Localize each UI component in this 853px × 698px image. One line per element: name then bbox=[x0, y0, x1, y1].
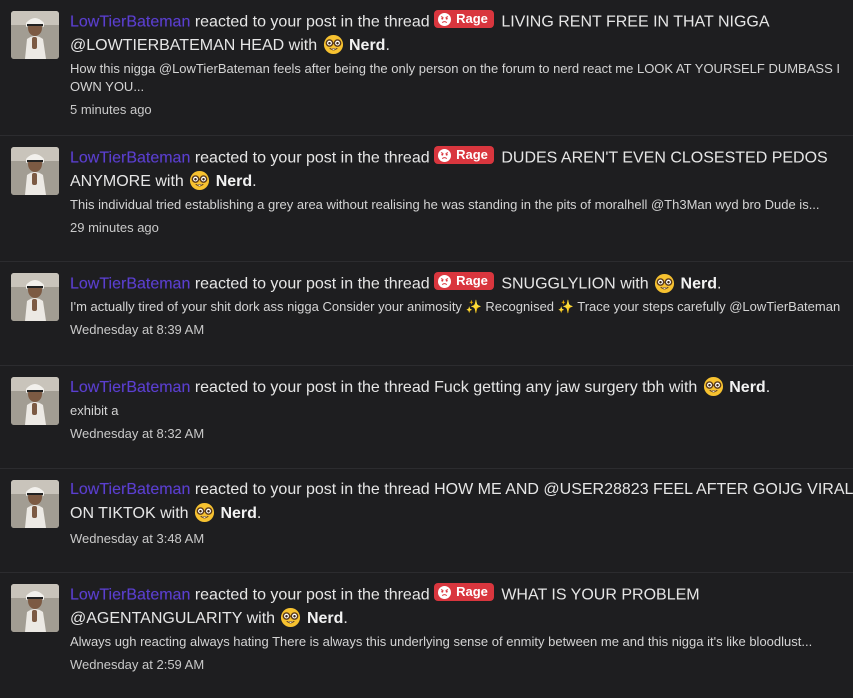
with-text: with bbox=[620, 275, 649, 293]
action-text: reacted to your post in the thread bbox=[194, 13, 430, 31]
avatar[interactable] bbox=[11, 584, 59, 632]
alert-headline: LowTierBateman reacted to your post in t… bbox=[70, 583, 700, 628]
thread-title-link[interactable]: Fuck getting any jaw surgery tbh bbox=[434, 379, 664, 396]
action-text: reacted to your post in the thread bbox=[194, 379, 430, 396]
alert-content: LowTierBateman reacted to your post in t… bbox=[70, 10, 853, 119]
nerd-face-icon bbox=[281, 607, 301, 628]
reaction-label[interactable]: Nerd bbox=[220, 505, 256, 522]
with-text: with bbox=[160, 504, 189, 522]
prefix-label: Rage bbox=[456, 273, 488, 288]
alert-content: LowTierBateman reacted to your post in t… bbox=[70, 479, 853, 548]
alert-content: LowTierBateman reacted to your post in t… bbox=[70, 583, 853, 674]
action-text: reacted to your post in the thread bbox=[194, 275, 430, 293]
nerd-face-icon bbox=[323, 34, 343, 55]
sparkles-icon: ✨ bbox=[557, 299, 574, 314]
sparkles-icon: ✨ bbox=[465, 299, 482, 314]
rage-prefix-badge[interactable]: Rage bbox=[434, 272, 494, 290]
reaction-label[interactable]: Nerd bbox=[729, 379, 765, 396]
alert-item: LowTierBateman reacted to your post in t… bbox=[0, 262, 853, 366]
snippet-part: Recognised bbox=[485, 299, 555, 314]
angry-face-icon bbox=[438, 274, 452, 288]
avatar[interactable] bbox=[11, 147, 59, 195]
angry-face-icon bbox=[438, 12, 452, 26]
alert-time[interactable]: Wednesday at 8:32 AM bbox=[70, 425, 853, 443]
reaction-label[interactable]: Nerd bbox=[307, 610, 343, 627]
angry-face-icon bbox=[438, 585, 452, 599]
nerd-face-icon bbox=[655, 273, 675, 293]
alert-time[interactable]: Wednesday at 2:59 AM bbox=[70, 656, 853, 674]
with-text: with bbox=[155, 173, 184, 190]
snippet-part: Trace your steps carefully @LowTierBatem… bbox=[577, 299, 841, 314]
avatar[interactable] bbox=[11, 377, 59, 425]
prefix-label: Rage bbox=[456, 11, 488, 26]
with-text: with bbox=[668, 379, 698, 396]
avatar[interactable] bbox=[11, 273, 59, 321]
alert-headline: LowTierBateman reacted to your post in t… bbox=[70, 481, 853, 522]
alert-item: LowTierBateman reacted to your post in t… bbox=[0, 136, 853, 262]
with-text: with bbox=[246, 610, 276, 627]
alerts-list: LowTierBateman reacted to your post in t… bbox=[0, 0, 853, 698]
action-text: reacted to your post in the thread bbox=[194, 586, 430, 604]
post-snippet: I'm actually tired of your shit dork ass… bbox=[70, 298, 853, 316]
rage-prefix-badge[interactable]: Rage bbox=[434, 583, 494, 601]
alert-time[interactable]: 29 minutes ago bbox=[70, 219, 853, 237]
username-link[interactable]: LowTierBateman bbox=[70, 150, 190, 167]
alert-headline: LowTierBateman reacted to your post in t… bbox=[70, 146, 828, 191]
prefix-label: Rage bbox=[456, 584, 488, 599]
username-link[interactable]: LowTierBateman bbox=[70, 587, 190, 604]
post-snippet: This individual tried establishing a gre… bbox=[70, 196, 820, 212]
alert-item: LowTierBateman reacted to your post in t… bbox=[0, 0, 853, 136]
snippet-part: I'm actually tired of your shit dork ass… bbox=[70, 299, 462, 314]
rage-prefix-badge[interactable]: Rage bbox=[434, 146, 494, 164]
alert-time[interactable]: 5 minutes ago bbox=[70, 101, 853, 119]
username-link[interactable]: LowTierBateman bbox=[70, 276, 190, 293]
username-link[interactable]: LowTierBateman bbox=[70, 481, 190, 498]
angry-face-icon bbox=[438, 148, 452, 162]
alert-content: LowTierBateman reacted to your post in t… bbox=[70, 146, 853, 237]
alert-item: LowTierBateman reacted to your post in t… bbox=[0, 469, 853, 573]
prefix-label: Rage bbox=[456, 147, 488, 162]
reaction-label[interactable]: Nerd bbox=[349, 37, 385, 54]
alert-content: LowTierBateman reacted to your post in t… bbox=[70, 376, 853, 443]
nerd-face-icon bbox=[703, 376, 723, 397]
thread-title-link[interactable]: SNUGGLYLION bbox=[501, 276, 615, 293]
with-text: with bbox=[288, 37, 318, 54]
rage-prefix-badge[interactable]: Rage bbox=[434, 10, 494, 28]
avatar[interactable] bbox=[11, 11, 59, 59]
post-snippet: Always ugh reacting always hating There … bbox=[70, 633, 813, 649]
alert-content: LowTierBateman reacted to your post in t… bbox=[70, 272, 853, 339]
alert-headline: LowTierBateman reacted to your post in t… bbox=[70, 376, 853, 400]
reaction-label[interactable]: Nerd bbox=[681, 276, 717, 293]
username-link[interactable]: LowTierBateman bbox=[70, 14, 190, 31]
post-snippet: exhibit a bbox=[70, 402, 119, 418]
nerd-face-icon bbox=[194, 502, 215, 522]
action-text: reacted to your post in the thread bbox=[194, 149, 430, 167]
action-text: reacted to your post in the thread bbox=[194, 481, 430, 498]
avatar[interactable] bbox=[11, 480, 59, 528]
alert-time[interactable]: Wednesday at 8:39 AM bbox=[70, 321, 853, 339]
alert-item: LowTierBateman reacted to your post in t… bbox=[0, 366, 853, 469]
post-snippet: How this nigga @LowTierBateman feels aft… bbox=[70, 60, 840, 94]
alert-time[interactable]: Wednesday at 3:48 AM bbox=[70, 530, 853, 548]
alert-headline: LowTierBateman reacted to your post in t… bbox=[70, 10, 769, 55]
username-link[interactable]: LowTierBateman bbox=[70, 379, 190, 396]
nerd-face-icon bbox=[190, 170, 210, 191]
alert-item: LowTierBateman reacted to your post in t… bbox=[0, 573, 853, 698]
reaction-label[interactable]: Nerd bbox=[216, 173, 252, 190]
alert-headline: LowTierBateman reacted to your post in t… bbox=[70, 272, 722, 293]
